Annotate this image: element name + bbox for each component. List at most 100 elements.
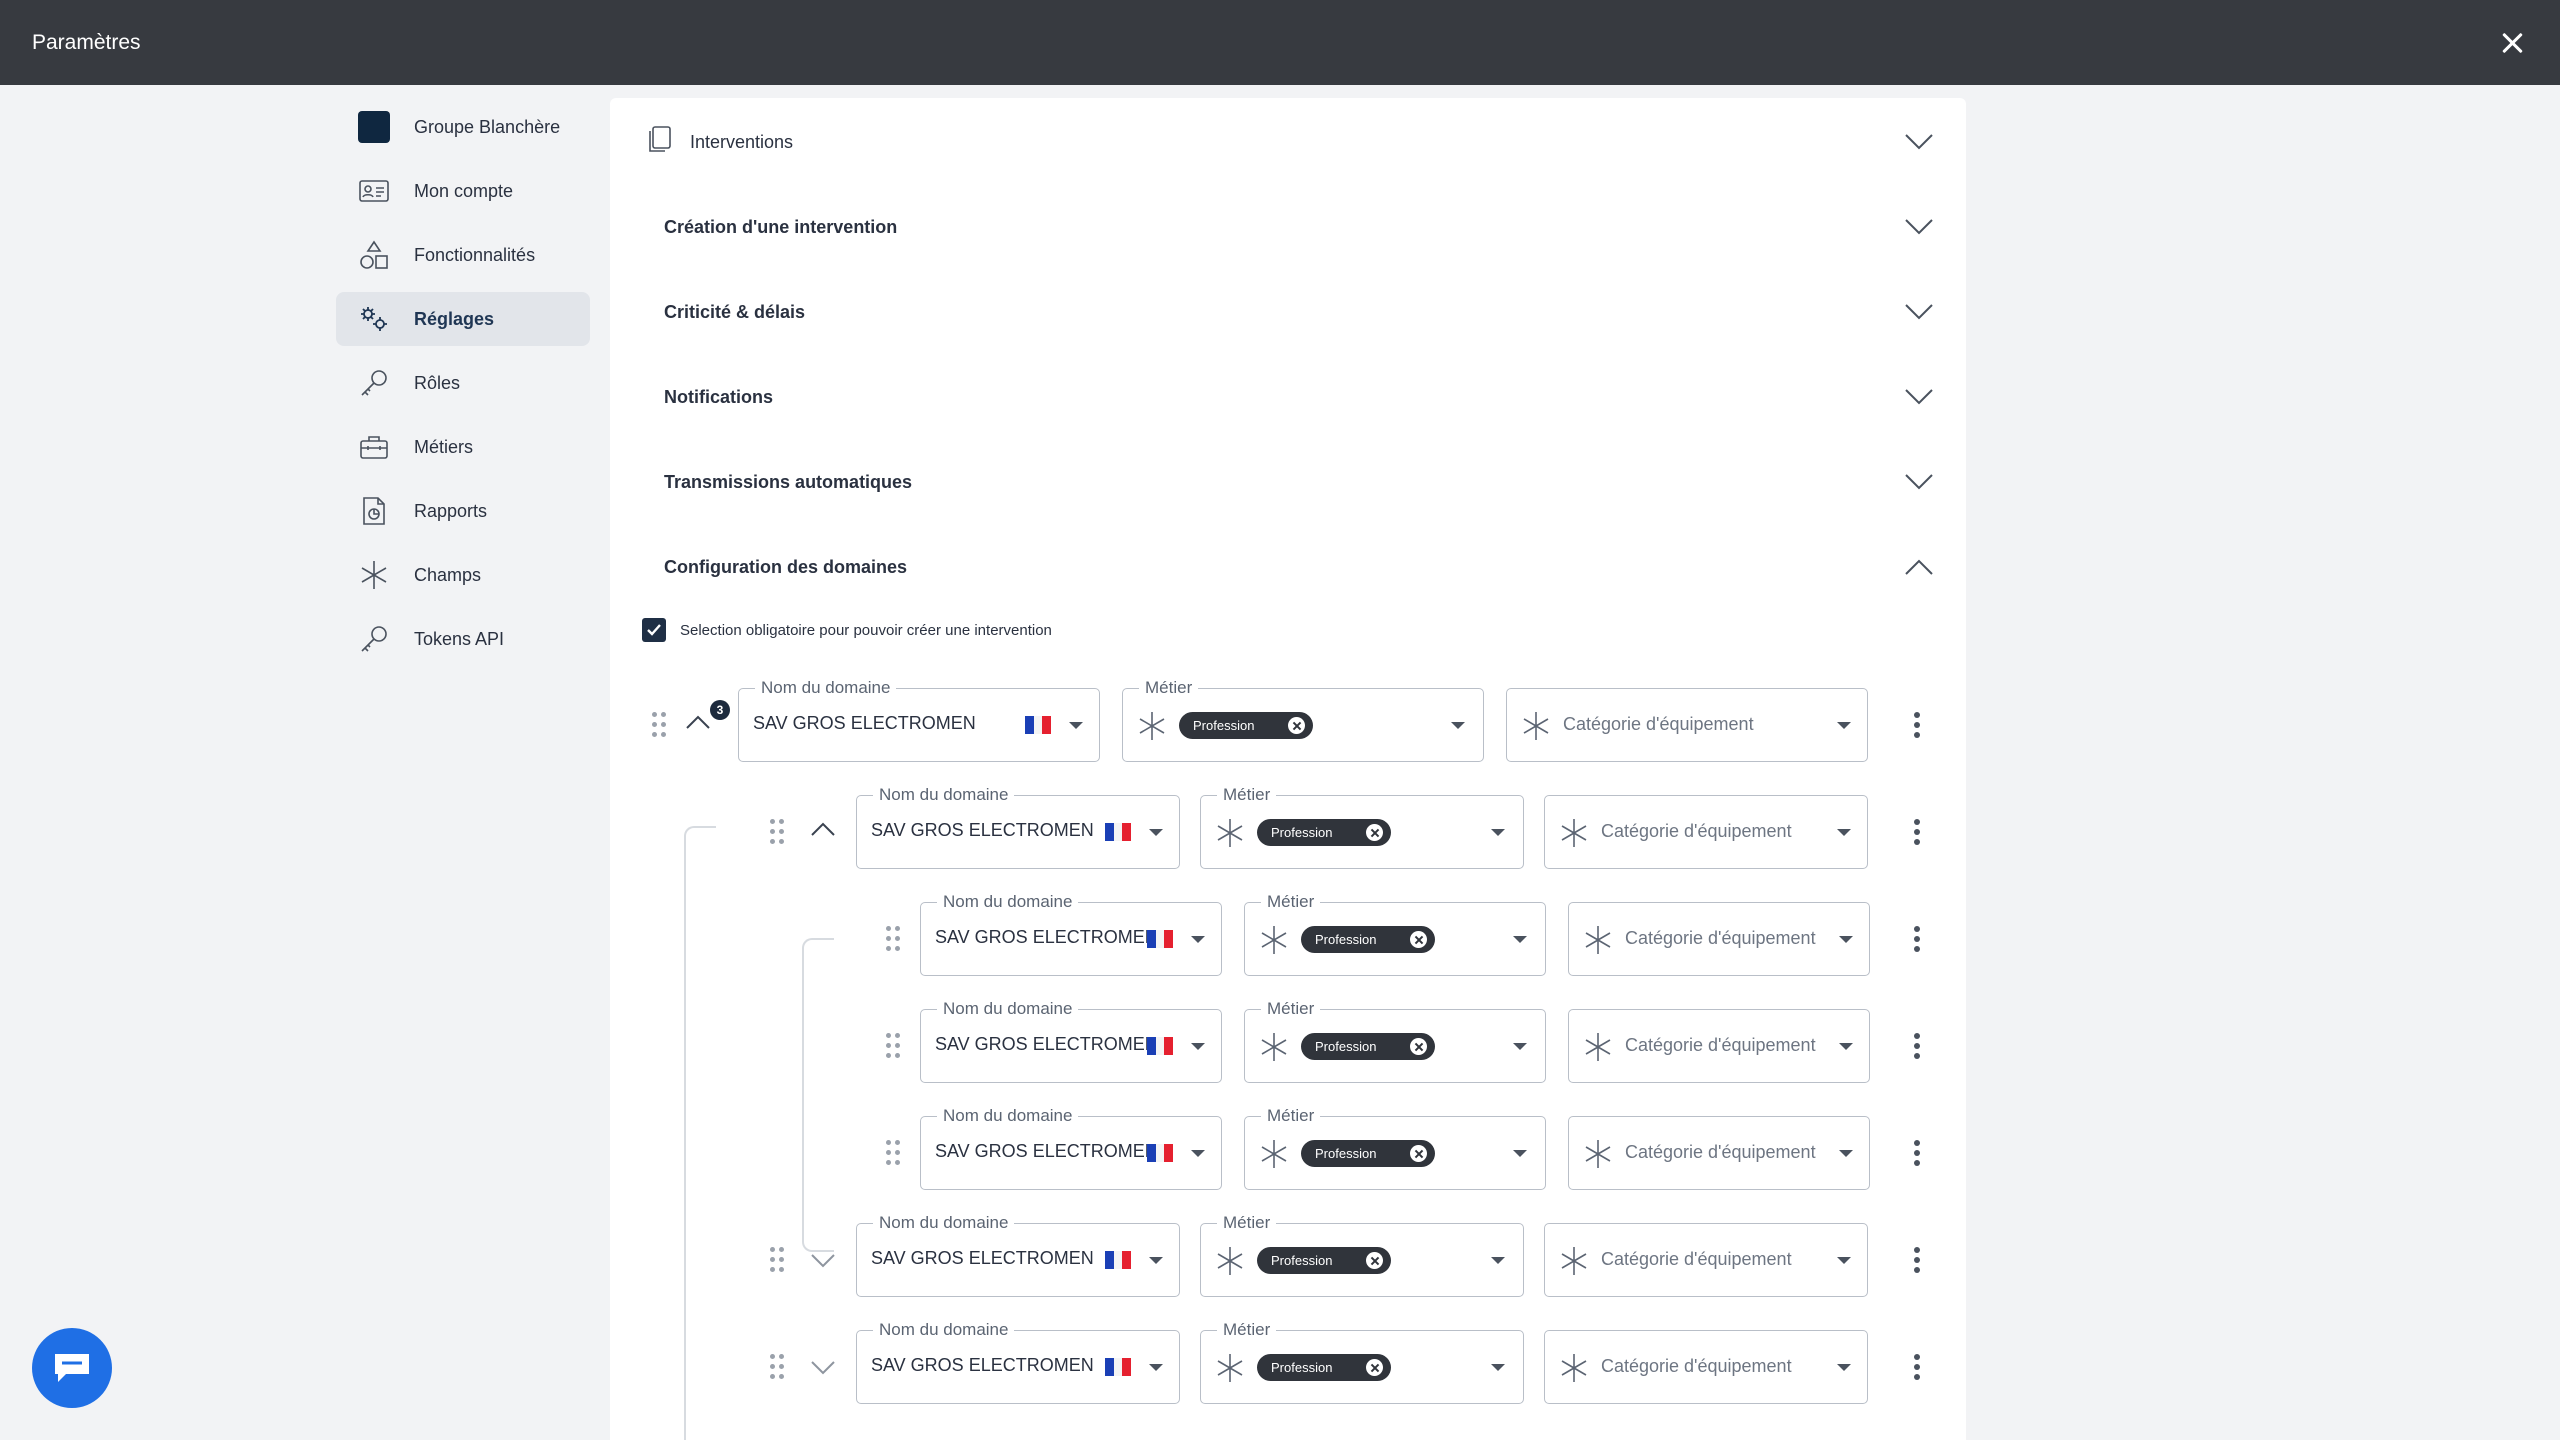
flag-fr-icon[interactable] <box>1105 1251 1132 1269</box>
profession-chip[interactable]: Profession <box>1257 1247 1391 1274</box>
more-options-icon[interactable] <box>1912 926 1922 952</box>
dropdown-caret-icon[interactable] <box>1513 1150 1527 1157</box>
more-options-icon[interactable] <box>1912 712 1922 738</box>
chip-remove-icon[interactable] <box>1410 1145 1427 1162</box>
more-options-icon[interactable] <box>1912 1140 1922 1166</box>
equipment-category-field[interactable]: Catégorie d'équipement <box>1544 1223 1868 1297</box>
close-icon[interactable] <box>2498 28 2528 58</box>
flag-fr-icon[interactable] <box>1147 1144 1174 1162</box>
dropdown-caret-icon[interactable] <box>1837 1364 1851 1371</box>
domain-name-field[interactable]: Nom du domaine SAV GROS ELECTROMEN <box>738 677 1100 762</box>
dropdown-caret-icon[interactable] <box>1837 1257 1851 1264</box>
dropdown-caret-icon[interactable] <box>1491 829 1505 836</box>
dropdown-caret-icon[interactable] <box>1837 829 1851 836</box>
section-auto-transmissions[interactable]: Transmissions automatiques <box>664 457 1934 507</box>
section-notifications[interactable]: Notifications <box>664 372 1934 422</box>
sidebar-item-features[interactable]: Fonctionnalités <box>336 228 590 282</box>
more-options-icon[interactable] <box>1912 1033 1922 1059</box>
more-options-icon[interactable] <box>1912 1247 1922 1273</box>
chip-remove-icon[interactable] <box>1366 1252 1383 1269</box>
equipment-category-field[interactable]: Catégorie d'équipement <box>1568 1009 1870 1083</box>
sidebar-item-api-tokens[interactable]: Tokens API <box>336 612 590 666</box>
profession-chip[interactable]: Profession <box>1301 1140 1435 1167</box>
dropdown-caret-icon[interactable] <box>1149 1364 1163 1371</box>
drag-handle-icon[interactable] <box>770 1247 786 1273</box>
profession-chip[interactable]: Profession <box>1257 819 1391 846</box>
metier-field[interactable]: Métier Profession <box>1200 1319 1524 1404</box>
flag-fr-icon[interactable] <box>1105 823 1132 841</box>
chevron-up-icon[interactable] <box>810 821 836 842</box>
metier-field[interactable]: Métier Profession <box>1244 998 1546 1083</box>
dropdown-caret-icon[interactable] <box>1149 1257 1163 1264</box>
domain-name-field[interactable]: Nom du domaine SAV GROS ELECTROMEN <box>856 1212 1180 1297</box>
section-create-intervention[interactable]: Création d'une intervention <box>664 202 1934 252</box>
dropdown-caret-icon[interactable] <box>1839 1043 1853 1050</box>
chip-remove-icon[interactable] <box>1366 824 1383 841</box>
domain-name-field[interactable]: Nom du domaine SAV GROS ELECTROMEN <box>856 784 1180 869</box>
mandatory-selection-checkbox[interactable] <box>642 618 666 642</box>
equipment-category-field[interactable]: Catégorie d'équipement <box>1568 1116 1870 1190</box>
dropdown-caret-icon[interactable] <box>1451 722 1465 729</box>
chip-remove-icon[interactable] <box>1410 1038 1427 1055</box>
domain-name-field[interactable]: Nom du domaine SAV GROS ELECTROMEN <box>920 891 1222 976</box>
chip-remove-icon[interactable] <box>1288 717 1305 734</box>
profession-chip[interactable]: Profession <box>1301 1033 1435 1060</box>
flag-fr-icon[interactable] <box>1147 930 1174 948</box>
sidebar-item-settings[interactable]: Réglages <box>336 292 590 346</box>
domain-name-field[interactable]: Nom du domaine SAV GROS ELECTROMEN <box>920 998 1222 1083</box>
equipment-category-field[interactable]: Catégorie d'équipement <box>1544 795 1868 869</box>
metier-field[interactable]: Métier Profession <box>1244 891 1546 976</box>
section-criticity[interactable]: Criticité & délais <box>664 287 1934 337</box>
chevron-down-icon[interactable] <box>810 1253 836 1274</box>
equipment-category-field[interactable]: Catégorie d'équipement <box>1544 1330 1868 1404</box>
chip-remove-icon[interactable] <box>1366 1359 1383 1376</box>
equipment-category-field[interactable]: Catégorie d'équipement <box>1568 902 1870 976</box>
sidebar-item-account[interactable]: Mon compte <box>336 164 590 218</box>
more-options-icon[interactable] <box>1912 819 1922 845</box>
flag-fr-icon[interactable] <box>1105 1358 1132 1376</box>
sidebar-item-reports[interactable]: Rapports <box>336 484 590 538</box>
sidebar-item-organization[interactable]: Groupe Blanchère <box>336 100 590 154</box>
more-options-icon[interactable] <box>1912 1354 1922 1380</box>
dropdown-caret-icon[interactable] <box>1491 1257 1505 1264</box>
flag-fr-icon[interactable] <box>1025 716 1052 734</box>
sidebar-item-roles[interactable]: Rôles <box>336 356 590 410</box>
domain-name-field[interactable]: Nom du domaine SAV GROS ELECTROMEN <box>920 1105 1222 1190</box>
metier-field[interactable]: Métier Profession <box>1200 784 1524 869</box>
metier-field[interactable]: Métier Profession <box>1200 1212 1524 1297</box>
dropdown-caret-icon[interactable] <box>1149 829 1163 836</box>
panel-header[interactable]: Interventions <box>646 112 1946 172</box>
dropdown-caret-icon[interactable] <box>1839 1150 1853 1157</box>
dropdown-caret-icon[interactable] <box>1191 1043 1205 1050</box>
sidebar-item-trades[interactable]: Métiers <box>336 420 590 474</box>
chevron-down-icon[interactable] <box>1904 133 1934 151</box>
chat-button[interactable] <box>32 1328 112 1408</box>
drag-handle-icon[interactable] <box>770 819 786 845</box>
profession-chip[interactable]: Profession <box>1179 712 1313 739</box>
equipment-category-field[interactable]: Catégorie d'équipement <box>1506 688 1868 762</box>
metier-field[interactable]: Métier Profession <box>1244 1105 1546 1190</box>
dropdown-caret-icon[interactable] <box>1513 1043 1527 1050</box>
flag-fr-icon[interactable] <box>1147 1037 1174 1055</box>
chip-remove-icon[interactable] <box>1410 931 1427 948</box>
profession-chip[interactable]: Profession <box>1257 1354 1391 1381</box>
dropdown-caret-icon[interactable] <box>1837 722 1851 729</box>
profession-chip[interactable]: Profession <box>1301 926 1435 953</box>
dropdown-caret-icon[interactable] <box>1191 936 1205 943</box>
domain-name-field[interactable]: Nom du domaine SAV GROS ELECTROMEN <box>856 1319 1180 1404</box>
dropdown-caret-icon[interactable] <box>1191 1150 1205 1157</box>
collapse-children-icon[interactable] <box>685 714 711 735</box>
drag-handle-icon[interactable] <box>652 712 668 738</box>
dropdown-caret-icon[interactable] <box>1839 936 1853 943</box>
chevron-down-icon[interactable] <box>810 1360 836 1381</box>
sidebar-item-fields[interactable]: Champs <box>336 548 590 602</box>
drag-handle-icon[interactable] <box>770 1354 786 1380</box>
dropdown-caret-icon[interactable] <box>1491 1364 1505 1371</box>
metier-field[interactable]: Métier Profession <box>1122 677 1484 762</box>
dropdown-caret-icon[interactable] <box>1513 936 1527 943</box>
drag-handle-icon[interactable] <box>886 1140 902 1166</box>
dropdown-caret-icon[interactable] <box>1069 722 1083 729</box>
drag-handle-icon[interactable] <box>886 1033 902 1059</box>
section-domain-config[interactable]: Configuration des domaines <box>664 542 1934 592</box>
drag-handle-icon[interactable] <box>886 926 902 952</box>
